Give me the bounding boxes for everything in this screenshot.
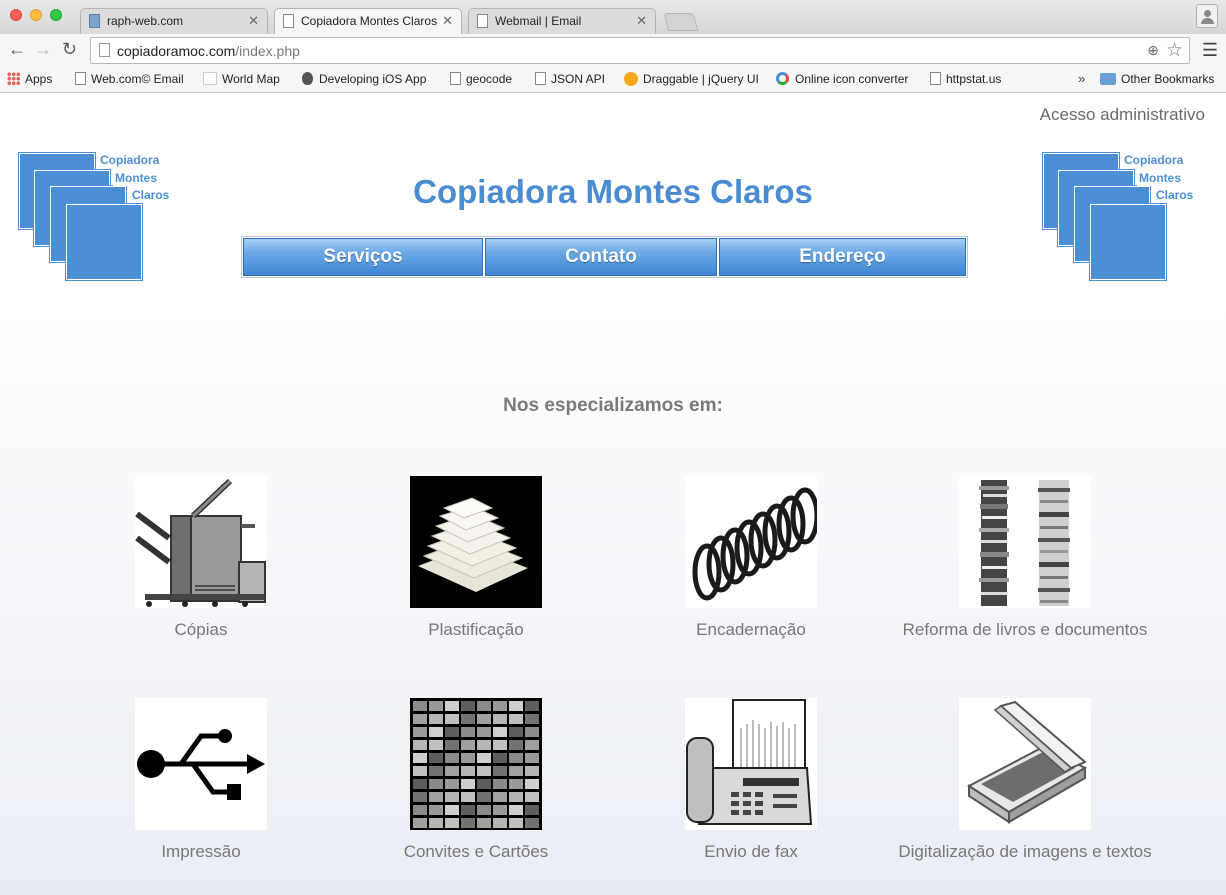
logo-square	[1089, 203, 1167, 281]
page-icon	[99, 43, 110, 57]
tab-webmail[interactable]: Webmail | Email ✕	[468, 8, 656, 34]
service-label: Reforma de livros e documentos	[902, 620, 1148, 639]
page-icon	[75, 72, 86, 85]
bookmark-world-map[interactable]: World Map	[203, 72, 280, 86]
fax-icon	[685, 698, 817, 830]
service-impressao[interactable]: Impressão	[51, 698, 351, 862]
service-label: Digitalização de imagens e textos	[898, 842, 1152, 861]
service-label: Plastificação	[428, 620, 524, 639]
zoom-icon[interactable]: ⊕	[1147, 42, 1159, 59]
service-plastificacao[interactable]: Plastificação	[326, 476, 626, 640]
profile-icon[interactable]	[1196, 4, 1218, 28]
bookmark-geocode[interactable]: geocode	[450, 72, 512, 86]
new-tab-button[interactable]	[663, 13, 699, 31]
tab-label: raph-web.com	[107, 14, 184, 28]
hamburger-menu-icon[interactable]: ☰	[1202, 40, 1218, 61]
service-label: Cópias	[174, 620, 228, 639]
bookmark-draggable[interactable]: Draggable | jQuery UI	[624, 72, 759, 86]
service-label: Encadernação	[696, 620, 806, 639]
usb-icon	[135, 698, 267, 830]
page-icon	[535, 72, 546, 85]
bookmark-json-api[interactable]: JSON API	[535, 72, 605, 86]
address-bar[interactable]: copiadoramoc.com/index.php ⊕ ☆	[90, 37, 1190, 64]
logo-text-line1: Copiadora	[1122, 153, 1186, 168]
page-icon	[477, 14, 488, 28]
main-menu: Serviços Contato Endereço	[241, 236, 968, 278]
bookmark-star-icon[interactable]: ☆	[1166, 39, 1183, 62]
site-favicon-icon	[89, 14, 100, 28]
specialties-heading: Nos especializamos em:	[503, 395, 723, 416]
minimize-window-button[interactable]	[30, 9, 42, 21]
menu-item-contato[interactable]: Contato	[485, 238, 717, 276]
bookmark-label: Developing iOS App	[319, 72, 427, 86]
bookmarks-bar: Apps Web.com© Email World Map Developing…	[0, 66, 1226, 93]
apps-icon	[7, 72, 20, 85]
bookmark-apps[interactable]: Apps	[7, 72, 52, 86]
page-icon	[450, 72, 461, 85]
tab-label: Webmail | Email	[495, 14, 582, 28]
service-label: Convites e Cartões	[403, 842, 549, 861]
page-icon	[930, 72, 941, 85]
bookmark-label: World Map	[222, 72, 280, 86]
page-content: Acesso administrativo Copiadora Montes C…	[0, 94, 1226, 895]
close-icon[interactable]: ✕	[636, 13, 647, 29]
bookmark-httpstat[interactable]: httpstat.us	[930, 72, 1001, 86]
other-bookmarks-folder[interactable]: Other Bookmarks	[1100, 72, 1214, 86]
bookmark-label: geocode	[466, 72, 513, 86]
laminate-sheets-icon	[410, 476, 542, 608]
menu-item-servicos[interactable]: Serviços	[243, 238, 483, 276]
page-icon	[283, 14, 294, 28]
site-title: Copiadora Montes Claros	[413, 173, 813, 210]
logo-text-line1: Copiadora	[98, 153, 162, 168]
bookmark-label: Online icon converter	[795, 72, 909, 86]
forward-arrow-icon[interactable]: →	[34, 40, 52, 58]
bookmark-label: Web.com© Email	[91, 72, 184, 86]
url-domain: copiadoramoc.com	[117, 43, 236, 59]
logo-square	[65, 203, 143, 281]
binding-spiral-icon	[685, 476, 817, 608]
service-copias[interactable]: Cópias	[51, 476, 351, 640]
service-fax[interactable]: Envio de fax	[601, 698, 901, 862]
tab-raph-web[interactable]: raph-web.com ✕	[80, 8, 268, 34]
url-text[interactable]: copiadoramoc.com/index.php	[117, 43, 300, 59]
bookmark-ios-app[interactable]: Developing iOS App	[302, 72, 426, 86]
service-digitalizacao[interactable]: Digitalização de imagens e textos	[875, 698, 1175, 862]
close-window-button[interactable]	[10, 9, 22, 21]
tab-label: Copiadora Montes Claros	[301, 14, 438, 28]
back-arrow-icon[interactable]: ←	[8, 40, 26, 58]
service-convites[interactable]: Convites e Cartões	[326, 698, 626, 862]
bookmark-webcom-email[interactable]: Web.com© Email	[75, 72, 184, 86]
browser-titlebar: raph-web.com ✕ Copiadora Montes Claros ✕…	[0, 0, 1226, 35]
close-icon[interactable]: ✕	[442, 13, 453, 29]
admin-access-link[interactable]: Acesso administrativo	[1040, 105, 1205, 125]
service-reforma[interactable]: Reforma de livros e documentos	[875, 476, 1175, 640]
bookmark-label: Other Bookmarks	[1121, 72, 1215, 86]
bookmark-label: httpstat.us	[946, 72, 1002, 86]
more-bookmarks-chevron-icon[interactable]: »	[1078, 71, 1085, 86]
tab-copiadora[interactable]: Copiadora Montes Claros ✕	[274, 8, 462, 35]
browser-toolbar: ← → ↻ copiadoramoc.com/index.php ⊕ ☆ ☰	[0, 34, 1226, 66]
service-encadernacao[interactable]: Encadernação	[601, 476, 901, 640]
bookmark-label: JSON API	[551, 72, 606, 86]
service-label: Impressão	[161, 842, 241, 861]
cards-grid-icon	[410, 698, 542, 830]
menu-item-endereco[interactable]: Endereço	[719, 238, 966, 276]
copier-icon	[135, 476, 267, 608]
reload-icon[interactable]: ↻	[62, 40, 77, 58]
jquery-icon	[624, 72, 638, 86]
bookmark-icon-converter[interactable]: Online icon converter	[776, 72, 908, 86]
scanner-icon	[959, 698, 1091, 830]
apple-icon	[302, 72, 313, 85]
service-label: Envio de fax	[704, 842, 798, 861]
converter-icon	[776, 72, 789, 85]
map-icon	[203, 72, 217, 85]
close-icon[interactable]: ✕	[248, 13, 259, 29]
url-path: /index.php	[235, 43, 300, 59]
bookmark-label: Apps	[25, 72, 53, 86]
zoom-window-button[interactable]	[50, 9, 62, 21]
bookmark-label: Draggable | jQuery UI	[643, 72, 759, 86]
folder-icon	[1100, 73, 1116, 85]
book-stacks-icon	[959, 476, 1091, 608]
